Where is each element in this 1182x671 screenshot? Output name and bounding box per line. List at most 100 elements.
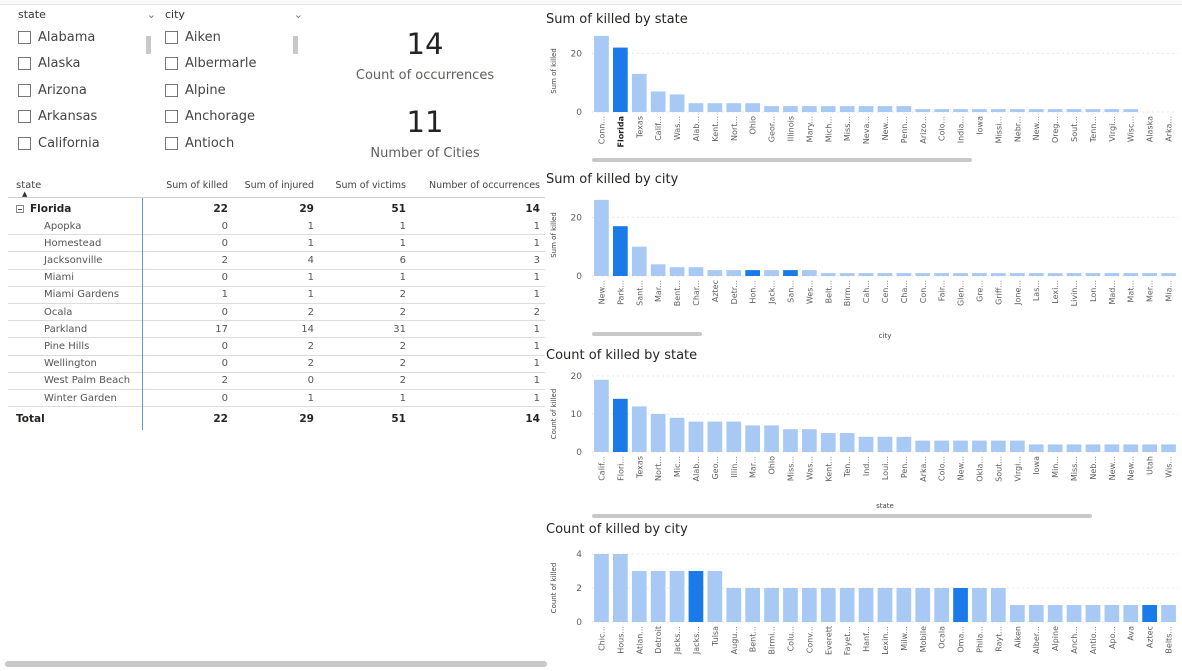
bar[interactable]	[1047, 273, 1063, 276]
table-row[interactable]: Parkland 17 14 31 1	[8, 321, 545, 339]
bar[interactable]	[726, 270, 742, 276]
bar[interactable]	[915, 588, 931, 622]
bar[interactable]	[1123, 444, 1139, 452]
bar[interactable]	[896, 588, 912, 622]
bar[interactable]	[1104, 109, 1120, 112]
bar[interactable]	[650, 264, 666, 276]
checkbox[interactable]	[18, 57, 31, 71]
group-row-florida[interactable]: Florida 22 29 51 14	[8, 201, 545, 217]
table-row[interactable]: Winter Garden 0 1 1 1	[8, 390, 545, 408]
bar[interactable]	[1161, 605, 1176, 622]
bar[interactable]	[953, 588, 968, 622]
bar[interactable]	[1066, 109, 1082, 112]
checkbox[interactable]	[165, 83, 178, 97]
bar[interactable]	[1104, 605, 1120, 622]
bar[interactable]	[991, 273, 1006, 276]
table-row[interactable]: Pine Hills 0 2 2 1	[8, 338, 545, 356]
bar[interactable]	[783, 270, 798, 276]
bar[interactable]	[594, 199, 609, 276]
bar[interactable]	[915, 109, 931, 112]
table-row[interactable]: Wellington 0 2 2 1	[8, 356, 545, 373]
bar[interactable]	[1010, 605, 1025, 622]
bar[interactable]	[1085, 444, 1101, 452]
bar[interactable]	[1104, 444, 1120, 452]
bar[interactable]	[745, 588, 760, 622]
checkbox[interactable]	[165, 136, 178, 150]
bar[interactable]	[915, 440, 931, 452]
bar[interactable]	[1104, 273, 1120, 276]
bar[interactable]	[1028, 444, 1044, 452]
bar[interactable]	[1085, 109, 1101, 112]
bar[interactable]	[764, 270, 779, 276]
bar[interactable]	[688, 421, 704, 452]
bar[interactable]	[991, 588, 1006, 622]
bar[interactable]	[1028, 109, 1044, 112]
bar[interactable]	[802, 270, 817, 276]
city-slicer-scrollbar[interactable]	[293, 36, 298, 54]
bar[interactable]	[745, 270, 760, 276]
bar[interactable]	[1066, 605, 1082, 622]
bar[interactable]	[764, 106, 779, 112]
bar[interactable]	[613, 47, 628, 112]
table-row[interactable]: Jacksonville 2 4 6 3	[8, 252, 545, 270]
bar[interactable]	[820, 433, 836, 452]
chart-scrollbar[interactable]	[592, 332, 702, 336]
bar[interactable]	[1085, 605, 1101, 622]
city-option[interactable]: Albermarle	[165, 51, 305, 78]
bar[interactable]	[1123, 109, 1139, 112]
bar[interactable]	[934, 588, 949, 622]
city-option[interactable]: Aiken	[165, 24, 305, 51]
bar[interactable]	[820, 588, 836, 622]
bar[interactable]	[839, 106, 855, 112]
bar[interactable]	[594, 379, 609, 452]
table-row[interactable]: Ocala 0 2 2 2	[8, 304, 545, 322]
bar[interactable]	[1028, 273, 1044, 276]
bar[interactable]	[972, 273, 987, 276]
bar[interactable]	[896, 106, 912, 112]
bar[interactable]	[953, 273, 968, 276]
bar[interactable]	[802, 429, 817, 452]
bar[interactable]	[953, 440, 968, 452]
checkbox[interactable]	[165, 110, 178, 124]
bar[interactable]	[594, 554, 609, 622]
bar[interactable]	[613, 398, 628, 452]
bar[interactable]	[896, 436, 912, 452]
bar[interactable]	[802, 588, 817, 622]
bar[interactable]	[613, 226, 628, 276]
bar[interactable]	[1085, 273, 1101, 276]
bar[interactable]	[631, 571, 647, 622]
bar[interactable]	[972, 109, 987, 112]
bar[interactable]	[953, 109, 968, 112]
chevron-down-icon[interactable]: ⌄	[147, 6, 156, 24]
bar[interactable]	[783, 106, 798, 112]
bar[interactable]	[1066, 273, 1082, 276]
bar[interactable]	[915, 273, 931, 276]
bar[interactable]	[707, 421, 723, 452]
bar[interactable]	[858, 273, 874, 276]
checkbox[interactable]	[18, 136, 31, 150]
bar[interactable]	[896, 273, 912, 276]
bar[interactable]	[1047, 444, 1063, 452]
checkbox[interactable]	[18, 30, 31, 44]
bar[interactable]	[934, 440, 949, 452]
bar[interactable]	[745, 425, 760, 452]
state-slicer-header[interactable]: state ⌄	[18, 6, 158, 24]
bar[interactable]	[839, 433, 855, 452]
bar[interactable]	[820, 106, 836, 112]
table-row[interactable]: Miami 0 1 1 1	[8, 270, 545, 287]
bar[interactable]	[802, 106, 817, 112]
bar[interactable]	[631, 73, 647, 112]
bar[interactable]	[1010, 273, 1025, 276]
bar[interactable]	[934, 273, 949, 276]
bar[interactable]	[650, 571, 666, 622]
bar[interactable]	[669, 267, 685, 276]
bar[interactable]	[858, 106, 874, 112]
bar[interactable]	[858, 436, 874, 452]
bar[interactable]	[613, 554, 628, 622]
bar[interactable]	[1010, 440, 1025, 452]
table-row[interactable]: Homestead 0 1 1 1	[8, 235, 545, 253]
bar[interactable]	[688, 267, 704, 276]
chevron-down-icon[interactable]: ⌄	[294, 6, 303, 24]
sort-ascending-icon[interactable]: ▲	[22, 190, 27, 198]
bar[interactable]	[1142, 605, 1157, 622]
